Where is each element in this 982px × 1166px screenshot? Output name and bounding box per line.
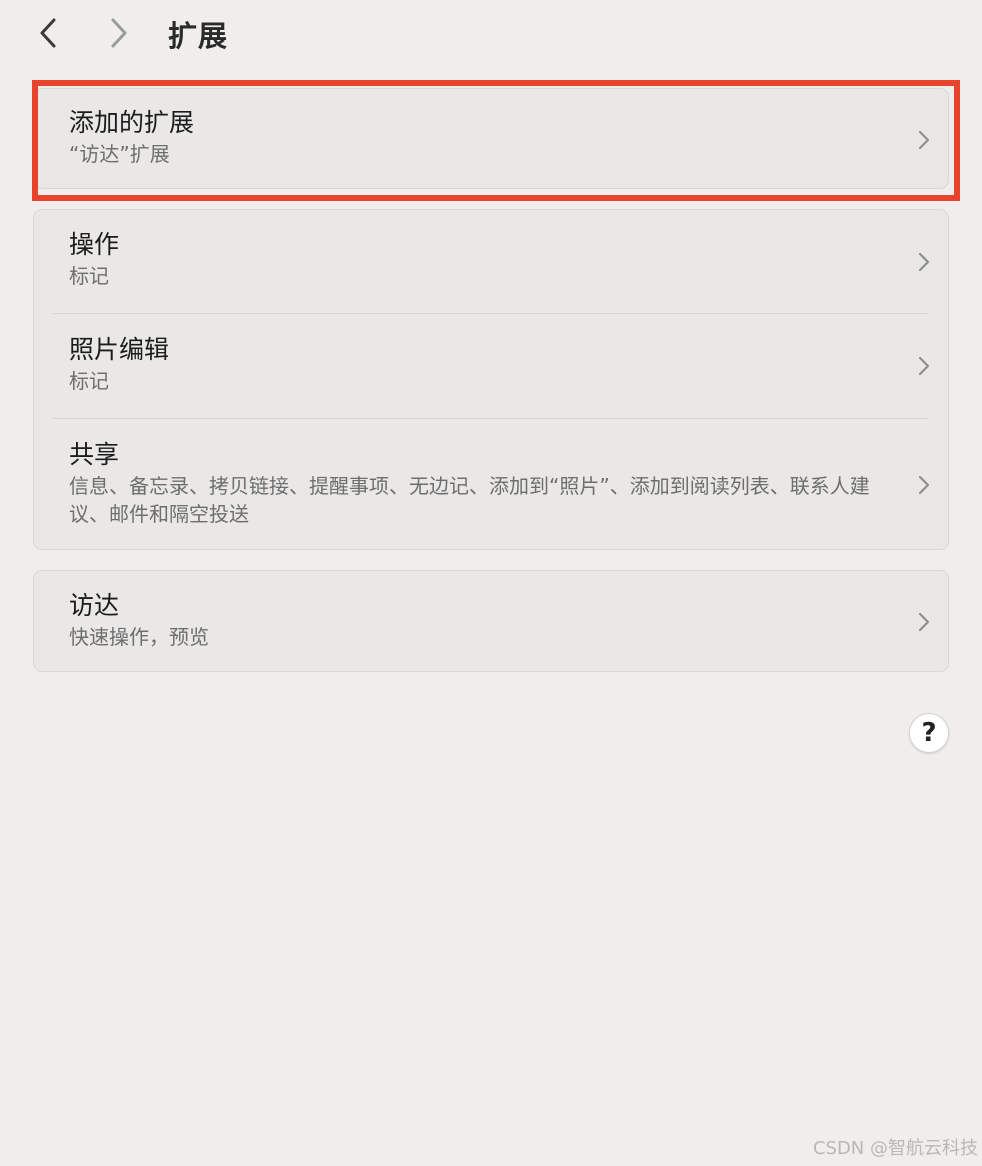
row-subtitle: 信息、备忘录、拷贝链接、提醒事项、无边记、添加到“照片”、添加到阅读列表、联系人… <box>69 474 870 526</box>
chevron-right-icon <box>111 18 127 48</box>
chevron-left-icon <box>40 18 56 48</box>
watermark: CSDN @智航云科技 <box>812 1138 978 1159</box>
finder-group: 访达 快速操作，预览 <box>33 570 949 672</box>
chevron-right-icon <box>918 252 930 271</box>
share-row[interactable]: 共享 信息、备忘录、拷贝链接、提醒事项、无边记、添加到“照片”、添加到阅读列表、… <box>34 419 948 549</box>
system-extensions-group: 操作 标记 照片编辑 标记 共享 信息、备忘录、拷贝链接、提醒事项、无边记、添加… <box>33 209 949 550</box>
chevron-right-icon <box>918 356 930 376</box>
chevron-right-icon <box>918 475 930 494</box>
extensions-settings-page: 扩展 添加的扩展 “访达”扩展 操作 标记 照片编辑 标记 共享 信息、备忘录、… <box>0 0 982 1166</box>
chevron-right-icon <box>918 612 930 632</box>
page-title: 扩展 <box>168 19 229 53</box>
back-button[interactable] <box>31 14 65 52</box>
chevron-right-icon <box>918 130 930 149</box>
row-title: 访达 <box>69 591 120 620</box>
row-title: 操作 <box>69 230 120 259</box>
forward-button[interactable] <box>102 14 136 52</box>
added-extensions-group: 添加的扩展 “访达”扩展 <box>33 88 949 189</box>
added-extensions-row[interactable]: 添加的扩展 “访达”扩展 <box>34 89 948 188</box>
row-subtitle: 标记 <box>69 369 109 393</box>
row-subtitle: “访达”扩展 <box>69 142 170 166</box>
photo-editing-row[interactable]: 照片编辑 标记 <box>34 314 948 418</box>
row-subtitle: 标记 <box>69 264 109 288</box>
help-button[interactable]: ? <box>909 713 949 753</box>
actions-row[interactable]: 操作 标记 <box>34 210 948 313</box>
row-subtitle: 快速操作，预览 <box>69 625 209 649</box>
finder-row[interactable]: 访达 快速操作，预览 <box>34 571 948 671</box>
row-title: 添加的扩展 <box>69 108 195 137</box>
row-title: 共享 <box>69 440 120 469</box>
row-title: 照片编辑 <box>69 335 170 364</box>
toolbar: 扩展 <box>0 0 982 70</box>
